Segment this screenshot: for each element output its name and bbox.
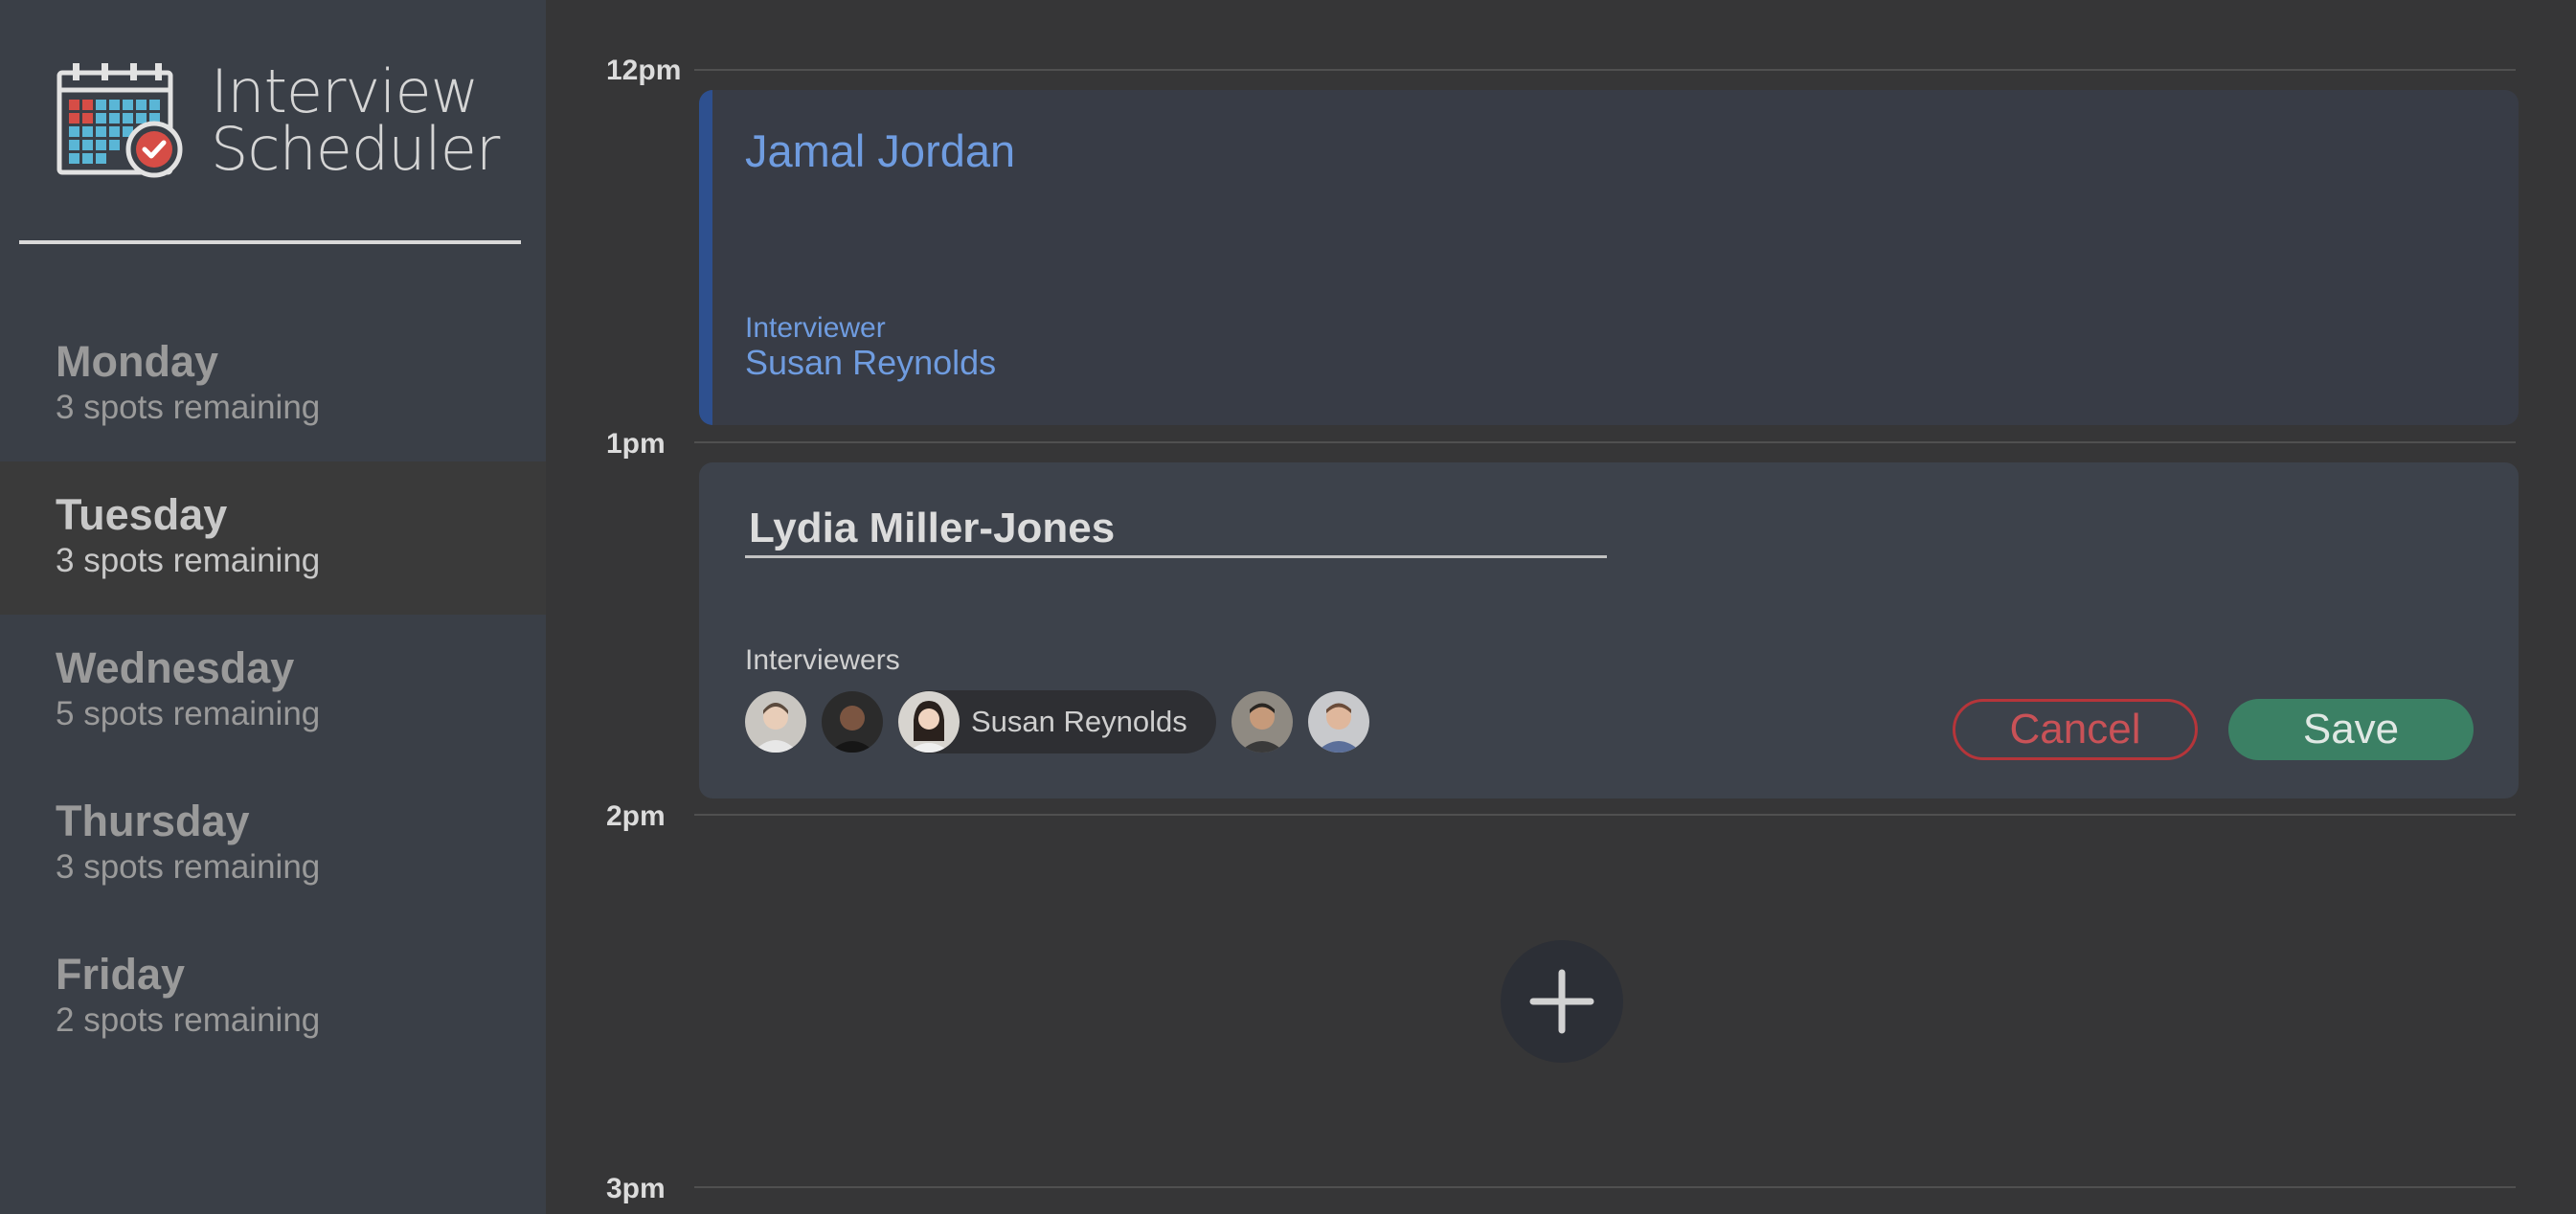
time-divider <box>694 1186 2516 1188</box>
student-name-input[interactable] <box>745 501 1607 558</box>
day-spots: 2 spots remaining <box>56 1001 321 1039</box>
day-spots: 3 spots remaining <box>56 542 321 579</box>
day-list: Monday 3 spots remaining Tuesday 3 spots… <box>0 308 546 1074</box>
appointment-form: Interviewers Susan Reynolds <box>699 462 2519 798</box>
interviewer-avatar[interactable] <box>1307 691 1369 753</box>
interviewer-chip-selected[interactable]: Susan Reynolds <box>898 690 1216 753</box>
interviewer-label: Interviewer <box>745 312 886 344</box>
interviewer-list: Susan Reynolds <box>745 690 1385 753</box>
interviewer-chip-name: Susan Reynolds <box>971 705 1187 738</box>
day-item-tuesday[interactable]: Tuesday 3 spots remaining <box>0 461 546 615</box>
save-button[interactable]: Save <box>2228 699 2474 760</box>
time-label-2pm: 2pm <box>606 800 666 832</box>
day-spots: 3 spots remaining <box>56 848 321 886</box>
day-item-thursday[interactable]: Thursday 3 spots remaining <box>0 768 546 921</box>
time-divider <box>694 814 2516 816</box>
time-label-3pm: 3pm <box>606 1173 666 1204</box>
day-item-wednesday[interactable]: Wednesday 5 spots remaining <box>0 615 546 768</box>
app-root: Interview Scheduler Monday 3 spots remai… <box>0 0 2576 1214</box>
interviewers-label: Interviewers <box>745 644 900 676</box>
day-spots: 3 spots remaining <box>56 389 321 426</box>
appointment-card-show[interactable]: Jamal Jordan Interviewer Susan Reynolds <box>699 90 2519 425</box>
day-name: Wednesday <box>56 643 295 692</box>
interviewer-avatar[interactable] <box>745 691 806 753</box>
day-spots: 5 spots remaining <box>56 695 321 732</box>
interviewer-name: Susan Reynolds <box>745 343 997 382</box>
day-name: Tuesday <box>56 490 228 539</box>
brand: Interview Scheduler <box>56 56 500 184</box>
day-name: Monday <box>56 337 219 386</box>
calendar-check-icon <box>56 63 183 178</box>
time-label-1pm: 1pm <box>606 428 666 460</box>
day-name: Thursday <box>56 797 250 845</box>
interviewer-avatar <box>898 691 960 753</box>
plus-icon <box>1529 969 1594 1034</box>
app-title: Interview Scheduler <box>211 56 500 184</box>
sidebar-divider <box>19 240 521 244</box>
time-divider <box>694 69 2516 71</box>
sidebar: Interview Scheduler Monday 3 spots remai… <box>0 0 546 1214</box>
interviewer-avatar[interactable] <box>1231 691 1293 753</box>
cancel-button[interactable]: Cancel <box>1953 699 2198 760</box>
day-name: Friday <box>56 950 186 999</box>
app-title-line-2: Scheduler <box>211 114 500 184</box>
day-item-monday[interactable]: Monday 3 spots remaining <box>0 308 546 461</box>
add-appointment-button[interactable] <box>1501 940 1623 1063</box>
student-name: Jamal Jordan <box>745 125 1016 176</box>
schedule: 12pm Jamal Jordan Interviewer Susan Reyn… <box>546 0 2576 1214</box>
time-divider <box>694 441 2516 443</box>
day-item-friday[interactable]: Friday 2 spots remaining <box>0 921 546 1074</box>
interviewer-avatar[interactable] <box>822 691 883 753</box>
app-title-line-1: Interview <box>211 56 479 126</box>
time-label-12pm: 12pm <box>606 55 682 86</box>
